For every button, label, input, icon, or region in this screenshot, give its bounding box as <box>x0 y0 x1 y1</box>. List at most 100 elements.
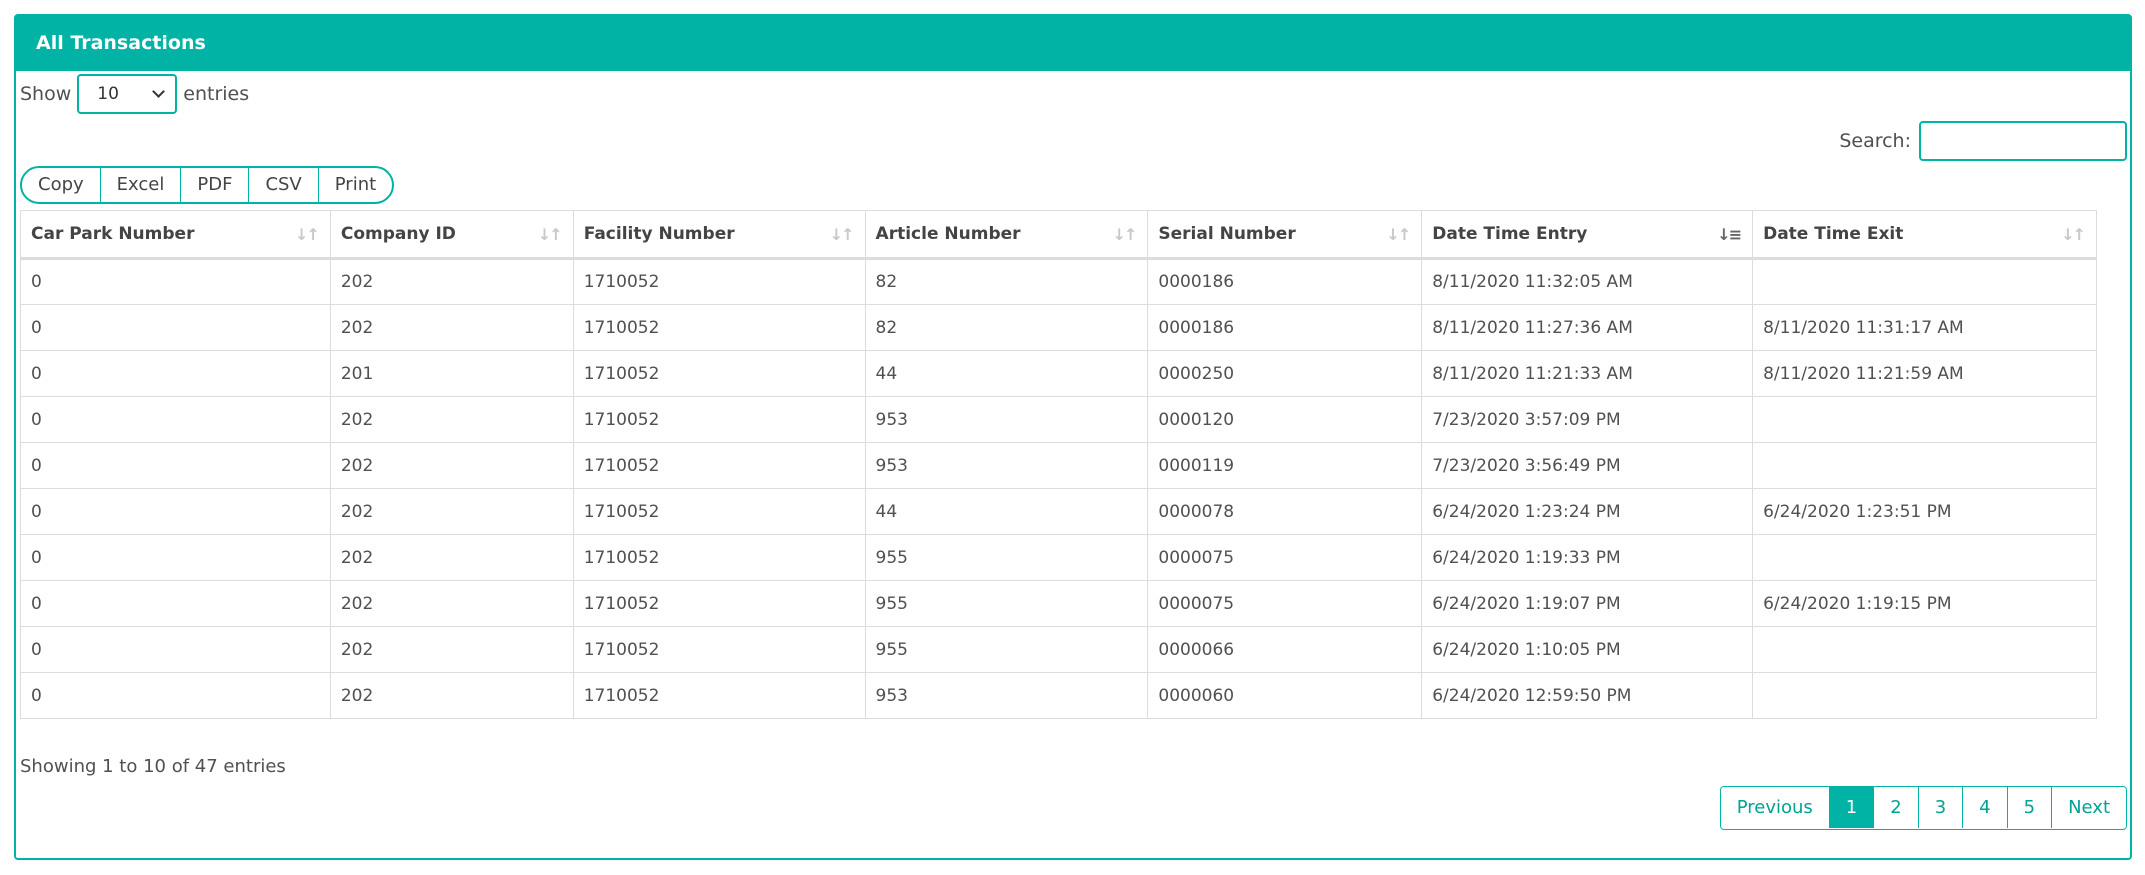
page-button-2[interactable]: 2 <box>1874 787 1919 828</box>
table-cell: 8/11/2020 11:32:05 AM <box>1421 258 1754 305</box>
table-cell: 1710052 <box>572 488 866 535</box>
entries-per-page-select[interactable]: 10 <box>77 74 178 114</box>
panel-title: All Transactions <box>16 16 2130 71</box>
previous-page-button[interactable]: Previous <box>1720 787 1830 828</box>
column-header-label: Facility Number <box>583 224 735 244</box>
table-cell: 0 <box>20 626 331 673</box>
column-header[interactable]: Facility Number ↓↑ <box>572 210 866 260</box>
length-control: Show 10 entries <box>20 74 249 114</box>
table-cell: 0 <box>20 672 331 719</box>
column-header-label: Date Time Exit <box>1763 224 1904 244</box>
table-cell: 8/11/2020 11:31:17 AM <box>1752 304 2097 351</box>
table-cell: 1710052 <box>572 672 866 719</box>
excel-button[interactable]: Excel <box>101 168 182 202</box>
table-cell: 202 <box>329 672 574 719</box>
chevron-down-icon <box>152 85 166 98</box>
table-row[interactable]: 0 202 1710052 955 0000066 6/24/2020 1:10:05 P… <box>20 626 2097 673</box>
csv-button[interactable]: CSV <box>249 168 319 202</box>
table-cell: 0 <box>20 350 331 397</box>
pdf-button[interactable]: PDF <box>181 168 250 202</box>
show-label: Show <box>20 83 72 105</box>
table-cell: 0 <box>20 396 331 443</box>
column-header[interactable]: Car Park Number ↓↑ <box>20 210 331 260</box>
table-cell: 202 <box>329 580 574 627</box>
table-cell: 7/23/2020 3:56:49 PM <box>1421 442 1754 489</box>
table-row[interactable]: 0 202 1710052 953 0000120 7/23/2020 3:57:09 P… <box>20 396 2097 443</box>
column-header-label: Date Time Entry <box>1432 224 1588 244</box>
table-cell: 0000250 <box>1147 350 1423 397</box>
table-row[interactable]: 0 202 1710052 953 0000060 6/24/2020 12:59:50 … <box>20 672 2097 719</box>
table-cell: 953 <box>864 672 1149 719</box>
column-header[interactable]: Article Number ↓↑ <box>864 210 1149 260</box>
table-row[interactable]: 0 202 1710052 955 0000075 6/24/2020 1:19:07 P… <box>20 580 2097 627</box>
page-button-1[interactable]: 1 <box>1829 787 1875 828</box>
sort-icon: ↓↑ <box>829 225 855 244</box>
table-cell: 6/24/2020 1:10:05 PM <box>1421 626 1754 673</box>
export-button-group: Copy Excel PDF CSV Print <box>20 166 395 204</box>
search-control: Search: <box>1839 120 2127 162</box>
table-cell: 0000186 <box>1147 258 1423 305</box>
search-label: Search: <box>1839 130 1911 152</box>
table-cell: 201 <box>329 350 574 397</box>
table-cell <box>1752 396 2097 443</box>
table-row[interactable]: 0 202 1710052 44 0000078 6/24/2020 1:23:24 PM… <box>20 488 2097 535</box>
column-header-label: Article Number <box>875 224 1021 244</box>
search-input[interactable] <box>1919 121 2127 161</box>
copy-button[interactable]: Copy <box>22 168 101 202</box>
table-cell: 202 <box>329 488 574 535</box>
table-cell: 0 <box>20 534 331 581</box>
table-cell <box>1752 442 2097 489</box>
page-button-4[interactable]: 4 <box>1963 787 2008 828</box>
table-cell: 1710052 <box>572 626 866 673</box>
sort-desc-icon: ↓≡ <box>1717 225 1742 244</box>
table-cell: 44 <box>864 350 1149 397</box>
page-button-5[interactable]: 5 <box>2007 787 2053 828</box>
table-cell: 0000075 <box>1147 534 1423 581</box>
table-cell <box>1752 258 2097 305</box>
table-cell: 202 <box>329 442 574 489</box>
column-header[interactable]: Date Time Exit ↓↑ <box>1752 210 2097 260</box>
table-row[interactable]: 0 202 1710052 82 0000186 8/11/2020 11:32:05 A… <box>20 258 2097 305</box>
table-cell: 0 <box>20 258 331 305</box>
table-cell: 6/24/2020 1:23:24 PM <box>1421 488 1754 535</box>
entries-per-page-value: 10 <box>97 84 119 104</box>
table-cell: 6/24/2020 1:19:07 PM <box>1421 580 1754 627</box>
table-cell: 82 <box>864 304 1149 351</box>
table-cell: 1710052 <box>572 580 866 627</box>
table-row[interactable]: 0 201 1710052 44 0000250 8/11/2020 11:21:33 A… <box>20 350 2097 397</box>
table-row[interactable]: 0 202 1710052 953 0000119 7/23/2020 3:56:49 P… <box>20 442 2097 489</box>
table-cell: 8/11/2020 11:21:59 AM <box>1752 350 2097 397</box>
table-row[interactable]: 0 202 1710052 955 0000075 6/24/2020 1:19:33 P… <box>20 534 2097 581</box>
table-cell: 0000186 <box>1147 304 1423 351</box>
table-cell: 1710052 <box>572 442 866 489</box>
column-header[interactable]: Date Time Entry ↓≡ <box>1421 210 1754 260</box>
table-cell <box>1752 626 2097 673</box>
table-cell: 1710052 <box>572 258 866 305</box>
table-cell: 953 <box>864 442 1149 489</box>
table-cell: 0 <box>20 488 331 535</box>
table-cell: 1710052 <box>572 534 866 581</box>
table-cell: 6/24/2020 1:19:15 PM <box>1752 580 2097 627</box>
table-cell: 955 <box>864 534 1149 581</box>
table-cell: 953 <box>864 396 1149 443</box>
print-button[interactable]: Print <box>319 168 392 202</box>
sort-icon: ↓↑ <box>2061 225 2086 244</box>
table-cell: 8/11/2020 11:27:36 AM <box>1421 304 1754 351</box>
next-page-button[interactable]: Next <box>2052 787 2126 828</box>
table-cell: 202 <box>329 304 574 351</box>
table-cell: 1710052 <box>572 304 866 351</box>
table-cell: 0000120 <box>1147 396 1423 443</box>
column-header[interactable]: Company ID ↓↑ <box>329 210 574 260</box>
sort-icon: ↓↑ <box>537 225 563 244</box>
column-header[interactable]: Serial Number ↓↑ <box>1147 210 1423 260</box>
table-row[interactable]: 0 202 1710052 82 0000186 8/11/2020 11:27:36 A… <box>20 304 2097 351</box>
sort-icon: ↓↑ <box>295 225 320 244</box>
column-header-label: Car Park Number <box>31 224 195 244</box>
table-cell: 0000119 <box>1147 442 1423 489</box>
table-cell: 0000060 <box>1147 672 1423 719</box>
table-cell: 6/24/2020 1:23:51 PM <box>1752 488 2097 535</box>
table-cell: 202 <box>329 626 574 673</box>
page-button-3[interactable]: 3 <box>1918 787 1964 828</box>
table-cell <box>1752 672 2097 719</box>
column-header-label: Serial Number <box>1158 224 1296 244</box>
